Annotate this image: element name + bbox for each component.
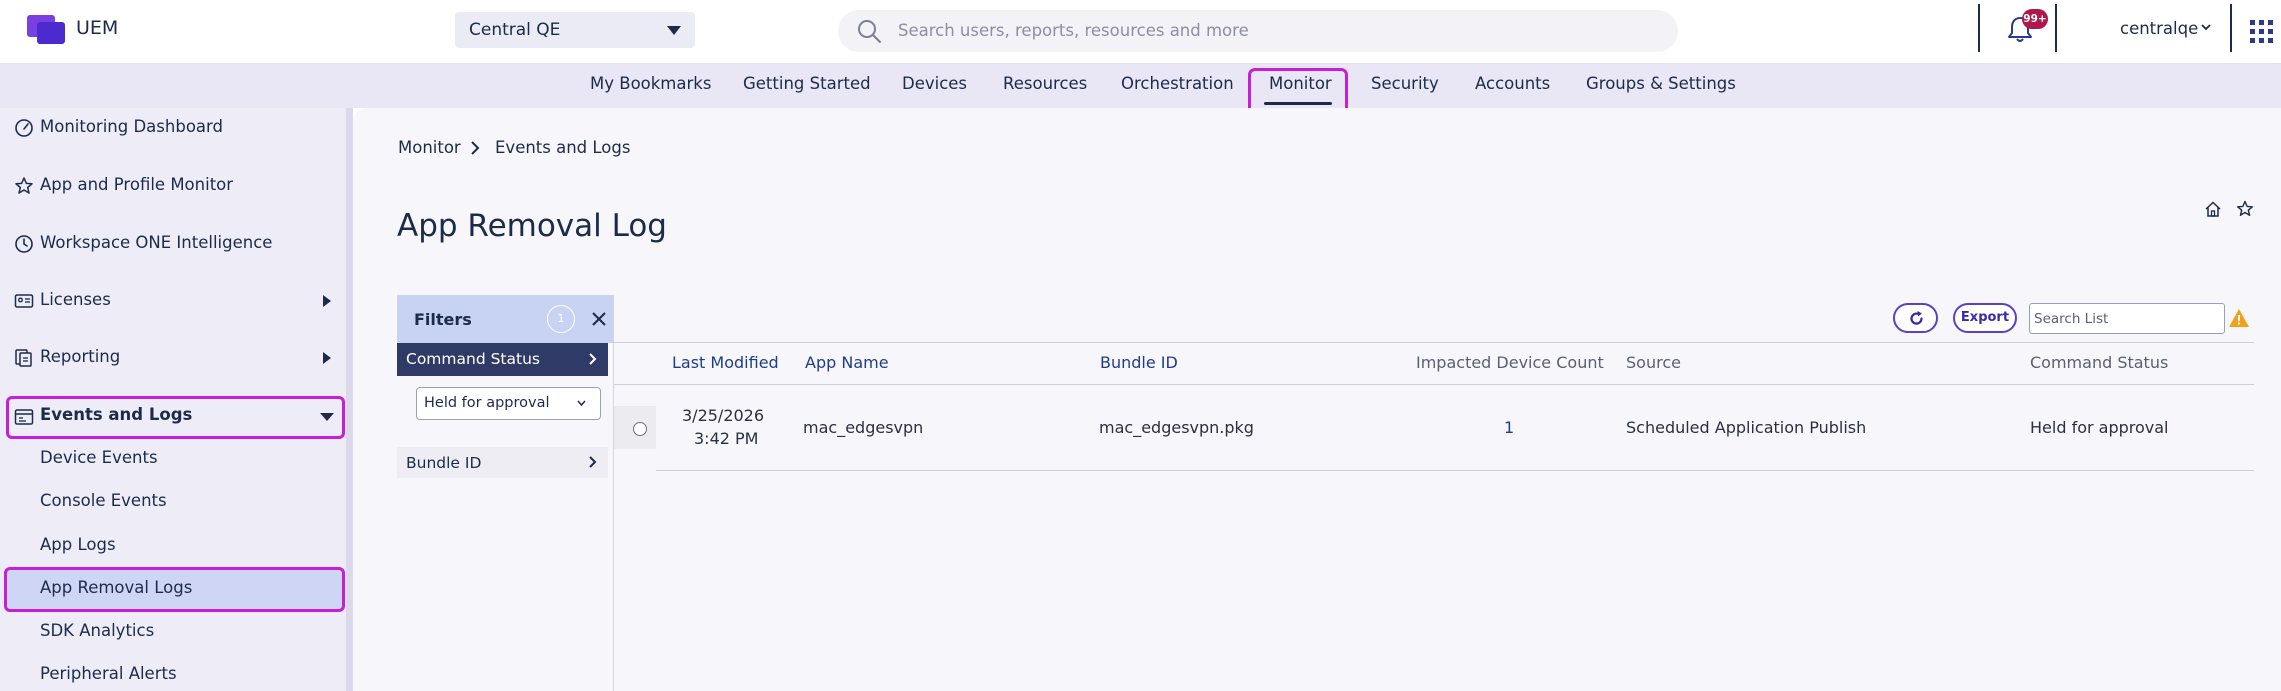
active-tab-indicator	[1264, 102, 1332, 105]
search-placeholder: Search users, reports, resources and mor…	[898, 21, 1249, 40]
gauge-icon	[15, 119, 33, 137]
id-card-icon	[14, 294, 34, 308]
chevron-down-icon	[577, 400, 586, 407]
table-row-border	[656, 470, 2254, 471]
command-status-select-value: Held for approval	[424, 395, 550, 411]
nav-groups-settings[interactable]: Groups & Settings	[1586, 74, 1736, 93]
global-search-input[interactable]: Search users, reports, resources and mor…	[838, 10, 1678, 52]
sidebar-subitem-peripheral-alerts[interactable]: Peripheral Alerts	[40, 664, 177, 683]
breadcrumb-monitor[interactable]: Monitor	[398, 138, 461, 157]
cell-app-name: mac_edgesvpn	[803, 418, 924, 437]
sidebar-item-licenses[interactable]: Licenses	[40, 290, 111, 309]
nav-security[interactable]: Security	[1371, 74, 1439, 93]
refresh-icon	[1910, 311, 1923, 325]
column-header-bundle-id[interactable]: Bundle ID	[1100, 353, 1178, 372]
organization-group-label: Central QE	[469, 20, 561, 40]
home-icon[interactable]	[2204, 200, 2222, 218]
caret-down-icon[interactable]	[320, 413, 334, 421]
log-window-icon	[14, 409, 34, 425]
top-header: UEM Central QE Search users, reports, re…	[0, 0, 2281, 64]
breadcrumb-chevron-icon	[471, 141, 480, 155]
column-header-source: Source	[1626, 353, 1681, 372]
chevron-right-icon[interactable]	[323, 352, 331, 364]
cell-last-modified-time: 3:42 PM	[694, 429, 759, 448]
uem-logo[interactable]	[27, 15, 65, 45]
nav-devices[interactable]: Devices	[902, 74, 967, 93]
filter-bundle-id-label: Bundle ID	[406, 454, 482, 472]
warning-icon[interactable]	[2228, 308, 2250, 328]
notification-badge: 99+	[2022, 9, 2048, 29]
chevron-down-icon[interactable]	[2201, 22, 2211, 32]
cell-command-status: Held for approval	[2030, 418, 2169, 437]
filter-command-status-label: Command Status	[406, 350, 540, 368]
table-header-border	[614, 384, 2254, 385]
cell-source: Scheduled Application Publish	[1626, 418, 1867, 437]
nav-resources[interactable]: Resources	[1003, 74, 1087, 93]
list-search-input[interactable]	[2029, 303, 2225, 334]
breadcrumb-events-logs[interactable]: Events and Logs	[495, 138, 630, 157]
app-name: UEM	[76, 17, 119, 39]
cell-last-modified-date: 3/25/2026	[682, 406, 765, 425]
cell-bundle-id: mac_edgesvpn.pkg	[1099, 418, 1254, 437]
export-button[interactable]: Export	[1953, 303, 2017, 333]
main-navigation: My Bookmarks Getting Started Devices Res…	[0, 64, 2281, 108]
filter-bundle-id[interactable]: Bundle ID	[397, 447, 608, 478]
close-icon[interactable]	[590, 310, 608, 328]
sidebar-item-events-logs[interactable]: Events and Logs	[40, 405, 192, 424]
header-divider	[2230, 4, 2232, 52]
sidebar-item-monitoring-dashboard[interactable]: Monitoring Dashboard	[40, 117, 223, 136]
filters-title: Filters	[414, 310, 472, 329]
command-status-select[interactable]: Held for approval	[416, 387, 601, 420]
report-icon	[15, 349, 32, 367]
header-divider	[2055, 4, 2057, 52]
filter-command-status[interactable]: Command Status	[397, 343, 608, 376]
caret-down-icon	[667, 26, 681, 35]
user-menu[interactable]: centralqe	[2120, 19, 2198, 38]
nav-getting-started[interactable]: Getting Started	[743, 74, 871, 93]
header-divider	[1978, 4, 1980, 52]
nav-accounts[interactable]: Accounts	[1475, 74, 1550, 93]
sidebar-subitem-console-events[interactable]: Console Events	[40, 491, 167, 510]
chevron-right-icon	[589, 353, 597, 365]
column-header-app-name[interactable]: App Name	[805, 353, 889, 372]
column-header-impacted-device-count: Impacted Device Count	[1416, 353, 1604, 372]
star-outline-icon	[15, 177, 33, 194]
sidebar-scrollbar[interactable]	[346, 108, 353, 691]
table-top-border	[614, 342, 2254, 343]
sidebar-subitem-app-removal-logs[interactable]: App Removal Logs	[40, 578, 192, 597]
filters-header: Filters 1	[397, 295, 614, 343]
sidebar-subitem-sdk-analytics[interactable]: SDK Analytics	[40, 621, 154, 640]
filters-divider	[613, 295, 614, 691]
organization-group-select[interactable]: Central QE	[455, 12, 695, 48]
sidebar-subitem-app-logs[interactable]: App Logs	[40, 535, 116, 554]
sidebar-item-app-profile-monitor[interactable]: App and Profile Monitor	[40, 175, 233, 194]
cell-impacted-device-count-link[interactable]: 1	[1504, 418, 1514, 437]
chevron-right-icon	[589, 456, 597, 468]
refresh-button[interactable]	[1893, 303, 1938, 333]
nav-orchestration[interactable]: Orchestration	[1121, 74, 1234, 93]
sidebar-item-workspace-one-intelligence[interactable]: Workspace ONE Intelligence	[40, 233, 272, 252]
bookmark-star-icon[interactable]	[2236, 200, 2254, 218]
sidebar-subitem-device-events[interactable]: Device Events	[40, 448, 158, 467]
page-title: App Removal Log	[397, 208, 667, 244]
nav-my-bookmarks[interactable]: My Bookmarks	[590, 74, 711, 93]
app-launcher-grid-icon[interactable]	[2250, 20, 2274, 44]
search-icon	[858, 20, 881, 43]
chevron-right-icon[interactable]	[323, 295, 331, 307]
column-header-command-status: Command Status	[2030, 353, 2169, 372]
row-radio-button[interactable]	[633, 422, 647, 436]
clock-icon	[15, 235, 33, 253]
list-search-field[interactable]	[2030, 304, 2224, 333]
main-content	[353, 108, 2281, 691]
column-header-last-modified[interactable]: Last Modified	[672, 353, 779, 372]
sidebar-item-reporting[interactable]: Reporting	[40, 347, 120, 366]
filters-count-badge: 1	[547, 305, 575, 333]
logo-shape-front	[37, 22, 65, 44]
